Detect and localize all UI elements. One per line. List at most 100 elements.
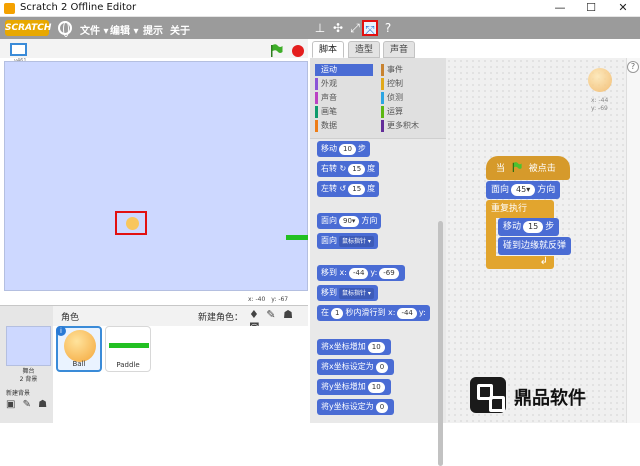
block-input[interactable]: 10 (367, 342, 385, 353)
block-move[interactable]: 移动 10 步 (317, 141, 370, 157)
sprite-name: Paddle (116, 361, 140, 369)
menu-tips[interactable]: 提示 (143, 22, 163, 37)
block-input[interactable]: 0 (375, 402, 389, 413)
block-input[interactable]: 10 (339, 144, 356, 155)
block-input[interactable]: 1 (331, 308, 344, 319)
category-sound[interactable]: 声音 (315, 92, 373, 104)
block-text: 移到 (321, 268, 337, 277)
block-set-x[interactable]: 将x坐标设定为 0 (317, 359, 395, 375)
block-text: 度 (367, 164, 376, 173)
block-change-y[interactable]: 将y坐标增加 10 (317, 379, 391, 395)
script-text: 方向 (537, 185, 556, 195)
category-more-blocks[interactable]: 更多积木 (381, 120, 439, 132)
tab-scripts[interactable]: 脚本 (312, 41, 345, 58)
tab-costumes[interactable]: 造型 (348, 41, 381, 58)
new-backdrop-label: 新建背景 (6, 390, 31, 397)
script-scrollbar[interactable] (626, 58, 640, 423)
script-text: 当 (496, 164, 506, 174)
green-flag-icon[interactable] (270, 44, 283, 57)
script-point-direction[interactable]: 面向 45▾ 方向 (486, 181, 561, 199)
block-text: y: (418, 308, 426, 317)
cut-icon[interactable]: ✣ (330, 20, 346, 36)
category-looks[interactable]: 外观 (315, 78, 373, 90)
block-text: 面向 (321, 216, 337, 225)
script-text: 步 (545, 222, 555, 232)
block-dropdown[interactable]: 鼠标指针 ▾ (339, 236, 374, 247)
menu-about[interactable]: 关于 (170, 22, 190, 37)
mouse-x: x: -40 (248, 296, 266, 303)
block-text: 面向 (321, 236, 337, 245)
block-text: 右转 (321, 164, 337, 173)
script-when-flag-clicked[interactable]: 当 被点击 (486, 156, 570, 180)
sprite-x: x: -44 (591, 97, 609, 104)
script-move[interactable]: 移动 15 步 (498, 218, 560, 236)
block-input[interactable]: 0 (375, 362, 389, 373)
block-goto[interactable]: 移到 鼠标指针 ▾ (317, 285, 378, 301)
stage-size-toggle-icon[interactable] (10, 43, 27, 56)
block-turn-left[interactable]: 左转 ↺ 15 度 (317, 181, 380, 197)
category-control[interactable]: 控制 (381, 78, 439, 90)
globe-icon[interactable] (58, 21, 72, 37)
minimize-button[interactable]: — (545, 0, 575, 17)
menu-edit[interactable]: 编辑 ▾ (110, 22, 139, 37)
script-bounce[interactable]: 碰到边缘就反弹 (498, 237, 572, 255)
maximize-button[interactable]: ☐ (576, 0, 606, 17)
stage-thumbnail[interactable] (6, 326, 51, 366)
script-text: 移动 (503, 222, 522, 232)
category-sensing[interactable]: 侦测 (381, 92, 439, 104)
help-icon[interactable]: ? (380, 20, 396, 36)
category-pen[interactable]: 画笔 (315, 106, 373, 118)
script-input[interactable]: 15 (523, 221, 544, 233)
category-operators[interactable]: 运算 (381, 106, 439, 118)
block-text: 将y坐标设定为 (321, 402, 374, 411)
green-flag-icon (512, 162, 522, 172)
block-input[interactable]: 15 (348, 184, 366, 195)
block-text: 度 (367, 184, 376, 193)
category-events[interactable]: 事件 (381, 64, 439, 76)
block-goto-xy[interactable]: 移到 x: -44 y: -69 (317, 265, 405, 281)
block-turn-right[interactable]: 右转 ↻ 15 度 (317, 161, 380, 177)
forever-arm (486, 218, 496, 260)
block-text: 秒内滑行到 (345, 308, 386, 317)
current-sprite-preview (588, 68, 612, 92)
script-forever[interactable]: 重复执行 (486, 200, 554, 218)
block-input[interactable]: -44 (348, 268, 369, 279)
stop-icon[interactable] (292, 45, 304, 57)
palette-scrollbar[interactable] (438, 221, 443, 466)
block-input[interactable]: 90▾ (339, 216, 360, 227)
close-button[interactable]: ✕ (608, 0, 638, 17)
block-glide[interactable]: 在 1 秒内滑行到 x: -44 y: (317, 305, 430, 321)
shrink-icon[interactable]: ⤧ (362, 20, 378, 37)
category-motion[interactable]: 运动 (315, 64, 373, 76)
scratch-logo[interactable]: SCRATCH (5, 20, 51, 36)
sprite-coordinates: x: -44 y: -69 (591, 97, 608, 113)
paddle-sprite-on-stage[interactable] (286, 235, 308, 240)
block-input[interactable]: 15 (348, 164, 366, 175)
block-dropdown[interactable]: 鼠标指针 ▾ (339, 288, 374, 299)
tab-sounds[interactable]: 声音 (383, 41, 416, 58)
stage-canvas[interactable] (4, 61, 308, 291)
script-input[interactable]: 45▾ (511, 184, 536, 196)
block-point-towards[interactable]: 面向 鼠标指针 ▾ (317, 233, 378, 249)
menu-file[interactable]: 文件 ▾ (80, 22, 109, 37)
category-data[interactable]: 数据 (315, 120, 373, 132)
grow-icon[interactable]: ⤢ (347, 20, 363, 36)
info-icon[interactable]: i (56, 326, 66, 336)
block-text: x: (388, 308, 396, 317)
block-text: 移动 (321, 144, 337, 153)
script-text: 被点击 (528, 164, 556, 174)
block-input[interactable]: -44 (397, 308, 417, 319)
stamp-icon[interactable]: ⊥ (312, 20, 328, 36)
block-input[interactable]: 10 (367, 382, 385, 393)
sprites-list: i Ball Paddle (53, 326, 308, 423)
block-input[interactable]: -69 (379, 268, 399, 279)
block-set-y[interactable]: 将y坐标设定为 0 (317, 399, 395, 415)
sprite-card-paddle[interactable]: Paddle (105, 326, 151, 372)
new-sprite-label: 新建角色： (198, 313, 244, 323)
block-point-in-direction[interactable]: 面向 90▾ 方向 (317, 213, 382, 229)
sprite-card-ball[interactable]: i Ball (56, 326, 102, 372)
help-button[interactable]: ? (627, 61, 639, 73)
block-change-x[interactable]: 将x坐标增加 10 (317, 339, 391, 355)
ball-sprite-on-stage[interactable] (115, 211, 147, 235)
block-palette: 运动 外观 声音 画笔 数据 事件 控制 侦测 运算 更多积木 移动 10 步 右转… (310, 58, 446, 466)
